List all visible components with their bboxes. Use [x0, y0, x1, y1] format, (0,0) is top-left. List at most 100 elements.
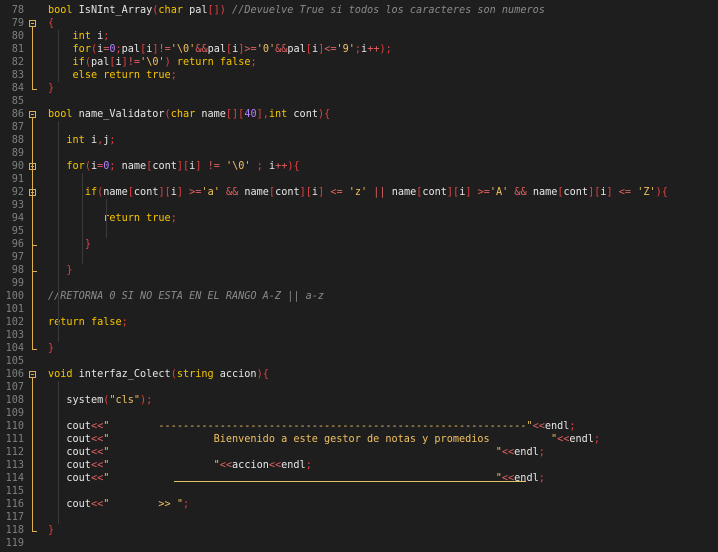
line-number: 82 [11, 57, 24, 68]
code-token: int [72, 31, 98, 42]
code-token: << [90, 460, 104, 471]
line-number: 86 [11, 109, 24, 120]
fold-toggle-icon[interactable] [29, 371, 36, 378]
code-token: ; [538, 447, 545, 458]
code-token: ; [305, 460, 312, 471]
code-token: << [90, 473, 104, 484]
code-token: ; [182, 499, 190, 510]
code-token: //Devuelve True si todos los caracteres … [225, 5, 545, 16]
code-token: pal [207, 44, 226, 55]
code-token: string [176, 369, 220, 380]
code-token: "cls" [109, 395, 141, 406]
line-number: 79 [11, 18, 24, 29]
code-token: return [103, 70, 147, 81]
code-token: " " [103, 460, 220, 471]
indent-guide [58, 121, 59, 342]
code-editor[interactable]: 78 79 80 81 82 83 84 85 86 87 88 89 90 91 92 93 94 95 96 97… [0, 0, 718, 552]
fold-toggle-icon[interactable] [29, 20, 36, 27]
line-number: 78 [11, 5, 24, 16]
code-token: ; [593, 434, 601, 445]
code-token: " " [103, 473, 502, 484]
indent-guide [58, 30, 59, 82]
code-token: void [48, 369, 79, 380]
line-number: 100 [5, 291, 24, 302]
code-token: cout [48, 421, 91, 432]
code-token: << [501, 473, 515, 484]
code-token: endl [544, 421, 570, 432]
code-token: } [66, 265, 73, 276]
fold-toggle-icon[interactable] [29, 163, 36, 170]
code-token: >= [471, 187, 490, 198]
code-token: " " [103, 447, 502, 458]
code-token: accion [219, 369, 257, 380]
code-token: cont [133, 187, 159, 198]
fold-toggle-icon[interactable] [29, 189, 36, 196]
code-token: && [275, 44, 288, 55]
code-token: for [66, 161, 85, 172]
line-number: 89 [11, 148, 24, 159]
code-token: != [201, 161, 226, 172]
line-number: 97 [11, 252, 24, 263]
code-token: << [90, 447, 104, 458]
code-token: << [501, 447, 515, 458]
code-token: ){ [655, 187, 668, 198]
code-token: false [219, 57, 251, 68]
fold-toggle-icon[interactable] [29, 111, 36, 118]
code-token: 'z' [348, 187, 368, 198]
code-line: if(name[cont][i] >='a' && name[cont][i] … [48, 186, 668, 199]
code-token: else [72, 70, 104, 81]
code-token: [] [207, 5, 220, 16]
code-line: cout<<" Bienvenido a este gestor de nota… [48, 433, 600, 446]
code-line: for(i=0; name[cont][i] != '\0' ; i++){ [48, 160, 300, 173]
code-token: int [66, 135, 91, 146]
code-token: endl [569, 434, 594, 445]
code-token: ++ [367, 44, 380, 55]
code-line: system("cls"); [48, 394, 152, 407]
code-token: char [170, 109, 202, 120]
code-token: ; [538, 473, 545, 484]
code-token: ; [569, 421, 576, 432]
code-token: pal [90, 57, 110, 68]
code-token: ; [250, 161, 269, 172]
line-number-gutter: 78 79 80 81 82 83 84 85 86 87 88 89 90 91 92 93 94 95 96 97… [0, 0, 38, 552]
line-number: 115 [5, 486, 24, 497]
code-token: ][ [158, 187, 171, 198]
line-number: 111 [5, 434, 24, 445]
code-token: ); [140, 395, 153, 406]
code-token: ){ [287, 161, 300, 172]
code-token: ; [103, 31, 110, 42]
code-token: } [84, 239, 91, 250]
indent-guide [82, 173, 83, 264]
code-token: return [103, 213, 147, 224]
code-line: } [48, 342, 54, 355]
code-token: ; [170, 213, 177, 224]
indent-guide [58, 381, 59, 524]
line-number: 105 [5, 356, 24, 367]
code-token: << [532, 421, 545, 432]
line-number: 116 [5, 499, 24, 510]
code-token: //RETORNA 0 SI NO ESTA EN EL RANGO A-Z |… [48, 291, 325, 302]
code-token: ; [109, 135, 116, 146]
code-token: endl [514, 473, 539, 484]
code-line: return false; [48, 316, 128, 329]
code-token: '\0' [140, 57, 165, 68]
code-token: int [268, 109, 294, 120]
code-token: cont [563, 187, 589, 198]
code-token: return [170, 57, 220, 68]
code-token: ][ [446, 187, 460, 198]
fold-end-mark [32, 89, 37, 90]
code-token: && [195, 44, 208, 55]
line-number: 84 [11, 83, 24, 94]
code-token: ; [121, 317, 128, 328]
code-token: true [146, 213, 171, 224]
code-token: return [48, 317, 91, 328]
code-token: ][ [176, 161, 190, 172]
line-number: 87 [11, 122, 24, 133]
code-token: cout [48, 499, 91, 510]
code-token: '9' [336, 44, 355, 55]
code-line: for(i=0;pal[i]!='\0'&&pal[i]>='0'&&pal[i… [48, 43, 392, 56]
code-line: cout<<" "<<endl; [48, 446, 545, 459]
line-number: 93 [11, 200, 24, 211]
